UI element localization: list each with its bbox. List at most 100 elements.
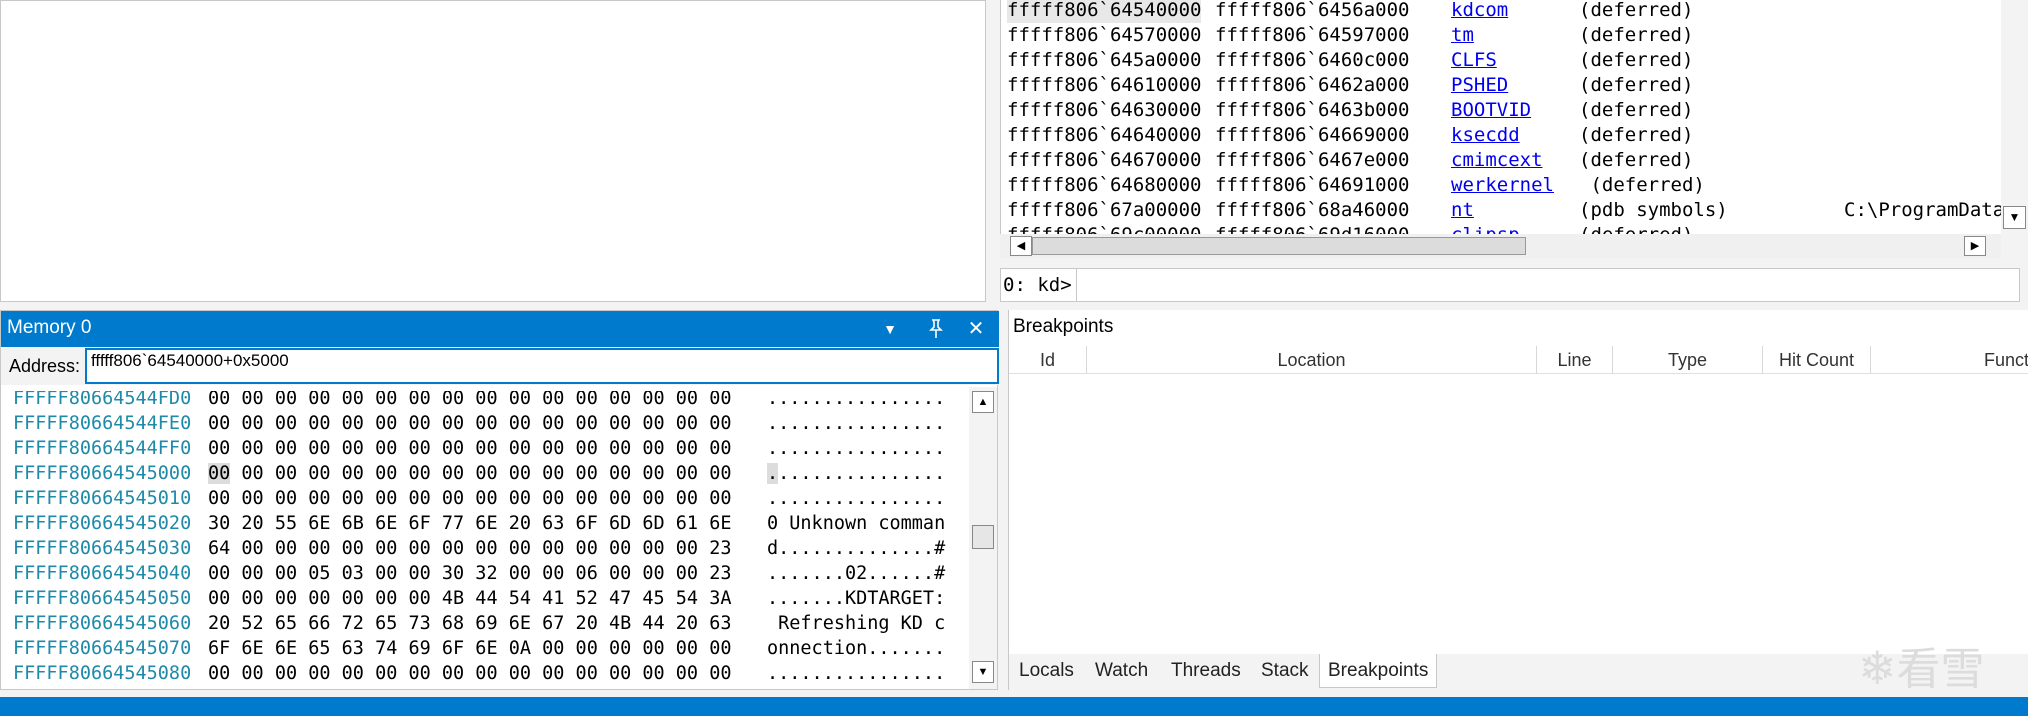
memory-address: FFFFF80664544FD0 (13, 391, 192, 409)
memory-dump[interactable]: FFFFF80664544FD0 00 00 00 00 00 00 00 00 … (1, 391, 971, 689)
module-name-link[interactable]: PSHED (1451, 73, 1508, 98)
memory-ascii: ................ (767, 438, 946, 459)
memory-title-bar: Memory 0 ▼ ✕ (1, 311, 999, 347)
module-end-address: fffff806`6467e000 (1215, 149, 1410, 171)
module-end-address: fffff806`64597000 (1215, 24, 1410, 46)
module-name-link[interactable]: BOOTVID (1451, 98, 1531, 123)
scroll-down-arrow-icon[interactable]: ▼ (972, 661, 994, 683)
module-name-link[interactable]: werkernel (1451, 173, 1554, 198)
tab-locals[interactable]: Locals (1019, 654, 1074, 688)
memory-address: FFFFF80664545080 (13, 663, 192, 684)
module-start-address: fffff806`64640000 (1007, 124, 1202, 146)
module-symbol-status: (deferred) (1579, 99, 1694, 121)
tab-watch[interactable]: Watch (1095, 654, 1148, 688)
module-end-address: fffff806`68a46000 (1215, 199, 1410, 221)
column-header-id[interactable]: Id (1009, 346, 1087, 374)
memory-hex-bytes[interactable]: 00 00 00 05 03 00 00 30 32 00 00 06 00 0… (208, 561, 731, 586)
memory-hex-bytes[interactable]: 6F 6E 6E 65 63 74 69 6F 6E 0A 00 00 00 0… (208, 636, 731, 661)
modules-list[interactable]: fffff806`64540000 fffff806`6456a000 kdcom (… (1000, 0, 2001, 234)
memory-address: FFFFF80664545060 (13, 613, 192, 634)
module-symbol-status: (deferred) (1579, 149, 1694, 171)
module-name-link[interactable]: tm (1451, 23, 1474, 48)
memory-address: FFFFF80664545070 (13, 638, 192, 659)
scroll-down-arrow-icon[interactable]: ▼ (2003, 206, 2026, 229)
watermark-text: 看雪 (1896, 645, 1985, 694)
scroll-right-arrow-icon[interactable]: ▶ (1964, 236, 1986, 256)
pin-icon[interactable] (921, 315, 951, 343)
tab-breakpoints[interactable]: Breakpoints (1319, 654, 1438, 688)
command-input[interactable] (1078, 269, 2018, 301)
memory-hex-bytes[interactable]: 20 52 65 66 72 65 73 68 69 6E 67 20 4B 4… (208, 611, 731, 636)
column-header-hit-count[interactable]: Hit Count (1763, 346, 1871, 374)
memory-address: FFFFF80664545010 (13, 488, 192, 509)
memory-ascii: .......02......# (767, 563, 946, 584)
module-name-link[interactable]: CLFS (1451, 48, 1497, 73)
memory-hex-bytes[interactable]: 00 00 00 00 00 00 00 00 00 00 00 00 00 0… (208, 486, 731, 511)
memory-address: FFFFF80664545000 (13, 463, 192, 484)
modules-vertical-scrollbar[interactable]: ▼ (2001, 0, 2028, 234)
memory-address: FFFFF80664545040 (13, 563, 192, 584)
memory-hex-bytes[interactable]: 00 00 00 00 00 00 00 00 00 00 00 00 00 0… (208, 661, 731, 686)
command-bar: 0: kd> (1000, 268, 2020, 302)
column-header-location[interactable]: Location (1087, 346, 1537, 374)
memory-hex-bytes[interactable]: 30 20 55 6E 6B 6E 6F 77 6E 20 63 6F 6D 6… (208, 511, 731, 536)
memory-window: Memory 0 ▼ ✕ Address: FFFFF80664544FD0 00… (0, 310, 999, 690)
memory-ascii: 0 Unknown comman (767, 513, 946, 534)
memory-ascii: ................ (767, 663, 946, 684)
source-pane (0, 0, 986, 302)
module-name-link[interactable]: cmimcext (1451, 148, 1543, 173)
modules-pane: fffff806`64540000 fffff806`6456a000 kdcom (… (1000, 0, 2028, 302)
module-name-link[interactable]: ksecdd (1451, 123, 1520, 148)
column-header-type[interactable]: Type (1613, 346, 1763, 374)
memory-hex-bytes[interactable]: 00 00 00 00 00 00 00 4B 44 54 41 52 47 4… (208, 586, 731, 611)
memory-hex-bytes[interactable]: 00 00 00 00 00 00 00 00 00 00 00 00 00 0… (208, 391, 731, 411)
status-bar (0, 697, 2028, 716)
selected-byte[interactable]: 00 (208, 463, 231, 484)
watermark-logo: ❄看雪 (1858, 638, 2018, 698)
module-symbol-status: (deferred) (1579, 223, 1693, 234)
module-symbol-status: (pdb symbols) (1579, 199, 1728, 221)
module-name-link[interactable]: clipsp (1451, 223, 1520, 234)
breakpoints-column-headers: Id Location Line Type Hit Count Funct (1009, 346, 2028, 374)
module-end-address: fffff806`6460c000 (1215, 49, 1410, 71)
column-header-function[interactable]: Funct (1871, 346, 2028, 374)
module-start-address: fffff806`64670000 (1007, 149, 1202, 171)
scroll-left-arrow-icon[interactable]: ◀ (1010, 236, 1032, 256)
memory-hex-bytes[interactable]: 00 00 00 00 00 00 00 00 00 00 00 00 00 0… (208, 461, 732, 486)
address-input[interactable] (85, 348, 999, 384)
memory-hex-bytes[interactable]: 64 00 00 00 00 00 00 00 00 00 00 00 00 0… (208, 536, 731, 561)
module-symbol-status: (deferred) (1579, 24, 1694, 46)
module-symbol-status: (deferred) (1579, 124, 1694, 146)
memory-hex-bytes[interactable]: 00 00 00 00 00 00 00 00 00 00 00 00 00 0… (208, 411, 731, 436)
module-end-address: fffff806`6462a000 (1215, 74, 1410, 96)
module-start-address: fffff806`64630000 (1007, 99, 1202, 121)
module-end-address: fffff806`64669000 (1215, 124, 1410, 146)
memory-hex-bytes[interactable]: 00 00 00 00 00 00 00 00 00 00 00 00 00 0… (208, 436, 731, 461)
module-start-address: fffff806`64540000 (1007, 0, 1202, 23)
module-name-link[interactable]: nt (1451, 198, 1474, 223)
memory-ascii: ................ (767, 413, 946, 434)
memory-vertical-scrollbar[interactable]: ▲ ▼ (969, 387, 997, 689)
address-label: Address: (9, 356, 81, 376)
tab-threads[interactable]: Threads (1171, 654, 1241, 688)
horizontal-scroll-thumb[interactable] (1032, 237, 1526, 255)
module-symbol-status: (deferred) (1579, 49, 1694, 71)
memory-ascii: .......KDTARGET: (767, 588, 946, 609)
module-symbol-status: (deferred) (1579, 0, 1694, 21)
scroll-up-arrow-icon[interactable]: ▲ (972, 391, 994, 413)
tab-stack[interactable]: Stack (1261, 654, 1309, 688)
close-icon[interactable]: ✕ (961, 315, 991, 343)
command-prompt: 0: kd> (1001, 269, 1077, 301)
modules-horizontal-scrollbar[interactable]: ◀ ▶ (1000, 234, 2001, 258)
column-header-line[interactable]: Line (1537, 346, 1613, 374)
vertical-scroll-thumb[interactable] (972, 525, 994, 549)
module-name-link[interactable]: kdcom (1451, 0, 1508, 23)
memory-ascii: ................ (767, 463, 946, 484)
module-end-address: fffff806`69d16000 (1215, 223, 1409, 234)
selected-char: . (767, 463, 779, 484)
module-start-address: fffff806`64680000 (1007, 174, 1202, 196)
address-row: Address: (1, 347, 999, 385)
module-start-address: fffff806`64610000 (1007, 74, 1202, 96)
dropdown-arrow-icon[interactable]: ▼ (875, 315, 905, 343)
snowflake-icon: ❄ (1858, 642, 1897, 694)
